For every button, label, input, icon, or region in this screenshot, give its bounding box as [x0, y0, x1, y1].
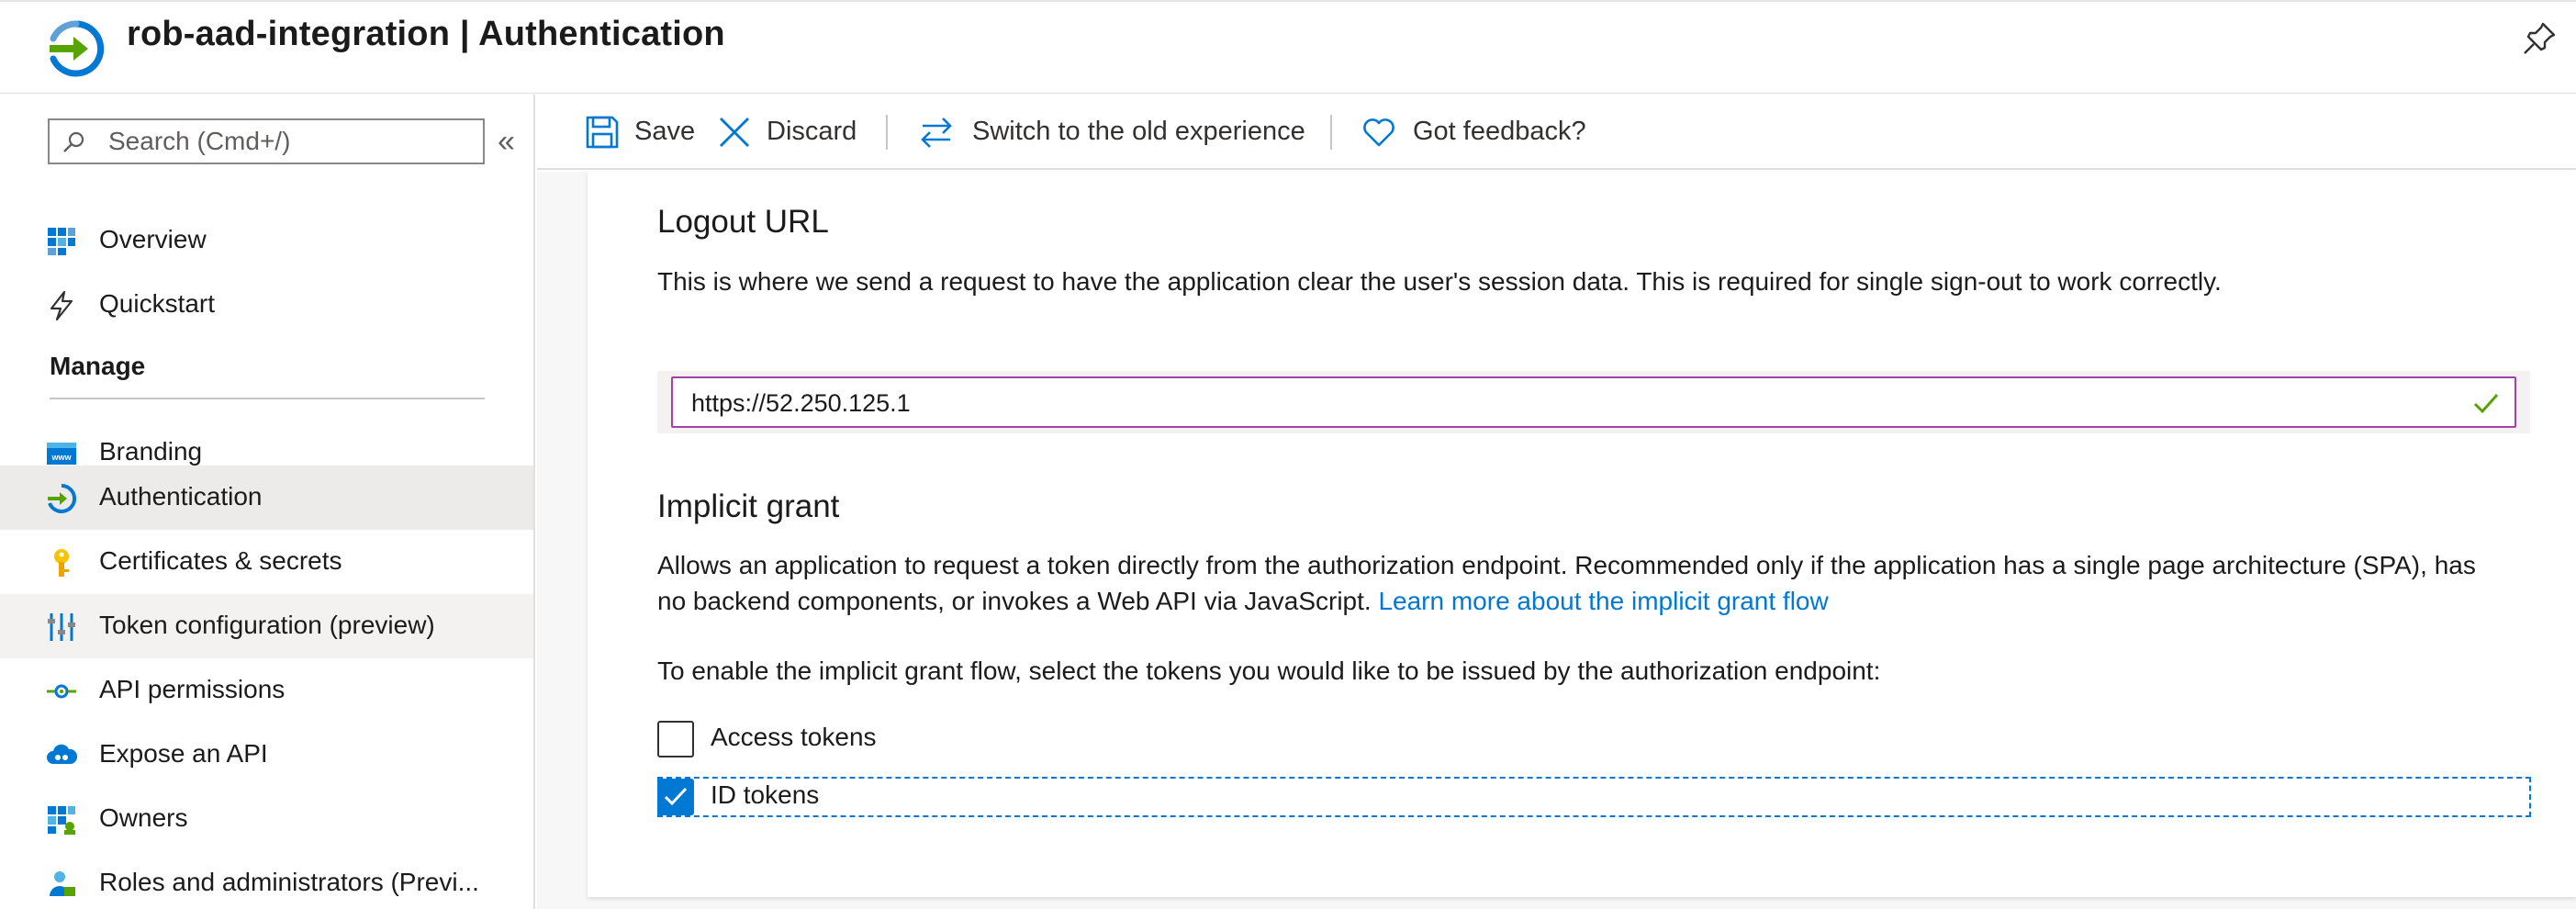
access-tokens-checkbox[interactable]: [657, 721, 694, 758]
search-input[interactable]: [108, 126, 476, 157]
manage-section-heading: Manage: [50, 352, 146, 380]
implicit-grant-heading: Implicit grant: [657, 488, 840, 524]
command-bar: Save Discard Switch to the old experienc…: [537, 95, 2576, 170]
search-box[interactable]: [48, 118, 485, 164]
roles-admin-icon: [50, 871, 75, 896]
implicit-grant-description-text: no backend components, or invokes a Web …: [657, 587, 1372, 615]
implicit-grant-description-line2: no backend components, or invokes a Web …: [657, 583, 1829, 620]
sidebar-item-roles-administrators[interactable]: Roles and administrators (Previ...: [0, 851, 533, 909]
id-tokens-checkbox-row[interactable]: ID tokens: [657, 777, 1025, 817]
page-title: rob-aad-integration | Authentication: [127, 15, 725, 53]
sidebar-item-label: Expose an API: [99, 739, 268, 768]
sidebar-item-label: Branding: [99, 437, 203, 466]
switch-old-experience-label: Switch to the old experience: [972, 117, 1305, 146]
sidebar-item-label: Roles and administrators (Previ...: [99, 868, 479, 896]
access-tokens-label: Access tokens: [711, 723, 877, 751]
sidebar-item-expose-api[interactable]: Expose an API: [0, 723, 533, 787]
save-icon: [586, 116, 619, 149]
authentication-arrow-icon: [48, 483, 77, 513]
logout-url-field[interactable]: [671, 376, 2516, 428]
lightning-icon: [50, 290, 73, 321]
discard-button[interactable]: Discard: [717, 109, 864, 155]
sidebar-item-token-configuration[interactable]: Token configuration (preview): [0, 594, 533, 658]
learn-more-implicit-grant-link[interactable]: Learn more about the implicit grant flow: [1378, 587, 1828, 615]
valid-check-icon: [2473, 394, 2499, 414]
switch-old-experience-button[interactable]: Switch to the old experience: [919, 109, 1305, 155]
close-icon: [720, 118, 749, 147]
api-permissions-icon: [47, 684, 76, 699]
section-divider: [50, 398, 485, 399]
search-icon: [63, 131, 84, 152]
implicit-grant-description-line1: Allows an application to request a token…: [657, 551, 2476, 579]
azure-app-arrow-icon: [50, 20, 105, 77]
sidebar-item-quickstart[interactable]: Quickstart: [0, 273, 533, 337]
cloud-icon: [47, 744, 77, 764]
owners-grid-icon: [48, 806, 75, 835]
save-label: Save: [634, 117, 696, 146]
logout-url-heading: Logout URL: [657, 204, 829, 240]
id-tokens-label: ID tokens: [711, 780, 820, 809]
key-icon: [54, 549, 69, 577]
sidebar-item-label: Owners: [99, 803, 188, 832]
sliders-icon: [48, 613, 75, 641]
sidebar-item-label: Authentication: [99, 482, 263, 511]
blade-header: rob-aad-integration | Authentication: [0, 0, 2576, 94]
sidebar-item-label: Token configuration (preview): [99, 611, 435, 639]
overview-grid-icon: [48, 228, 75, 255]
feedback-button[interactable]: Got feedback?: [1361, 109, 1600, 155]
logout-url-input[interactable]: [691, 387, 2436, 419]
pin-icon[interactable]: [2521, 20, 2558, 57]
heart-icon: [1363, 118, 1394, 147]
toolbar-divider: [886, 115, 888, 150]
feedback-label: Got feedback?: [1413, 117, 1586, 146]
discard-label: Discard: [767, 117, 857, 146]
implicit-grant-instruction: To enable the implicit grant flow, selec…: [657, 656, 1881, 685]
svg-text:www: www: [50, 453, 72, 462]
access-tokens-checkbox-row[interactable]: Access tokens: [657, 719, 1025, 759]
sidebar-item-owners[interactable]: Owners: [0, 787, 533, 851]
toolbar-divider: [1330, 115, 1332, 150]
sidebar-item-authentication[interactable]: Authentication: [0, 466, 533, 530]
sidebar: « Overview Quickstart Manage www Brandin…: [0, 95, 535, 909]
sidebar-item-label: Quickstart: [99, 289, 216, 318]
sidebar-item-overview[interactable]: Overview: [0, 208, 533, 273]
collapse-sidebar-button[interactable]: «: [498, 126, 515, 157]
sidebar-item-api-permissions[interactable]: API permissions: [0, 658, 533, 723]
sidebar-item-label: API permissions: [99, 675, 286, 703]
branding-www-icon: www: [47, 443, 76, 465]
save-button[interactable]: Save: [585, 109, 695, 155]
switch-arrows-icon: [921, 118, 952, 148]
sidebar-item-label: Certificates & secrets: [99, 546, 342, 575]
sidebar-item-certificates-secrets[interactable]: Certificates & secrets: [0, 530, 533, 594]
sidebar-item-label: Overview: [99, 225, 207, 253]
logout-url-description: This is where we send a request to have …: [657, 267, 2222, 296]
id-tokens-checkbox[interactable]: [657, 779, 694, 815]
checkmark-icon: [664, 787, 688, 806]
